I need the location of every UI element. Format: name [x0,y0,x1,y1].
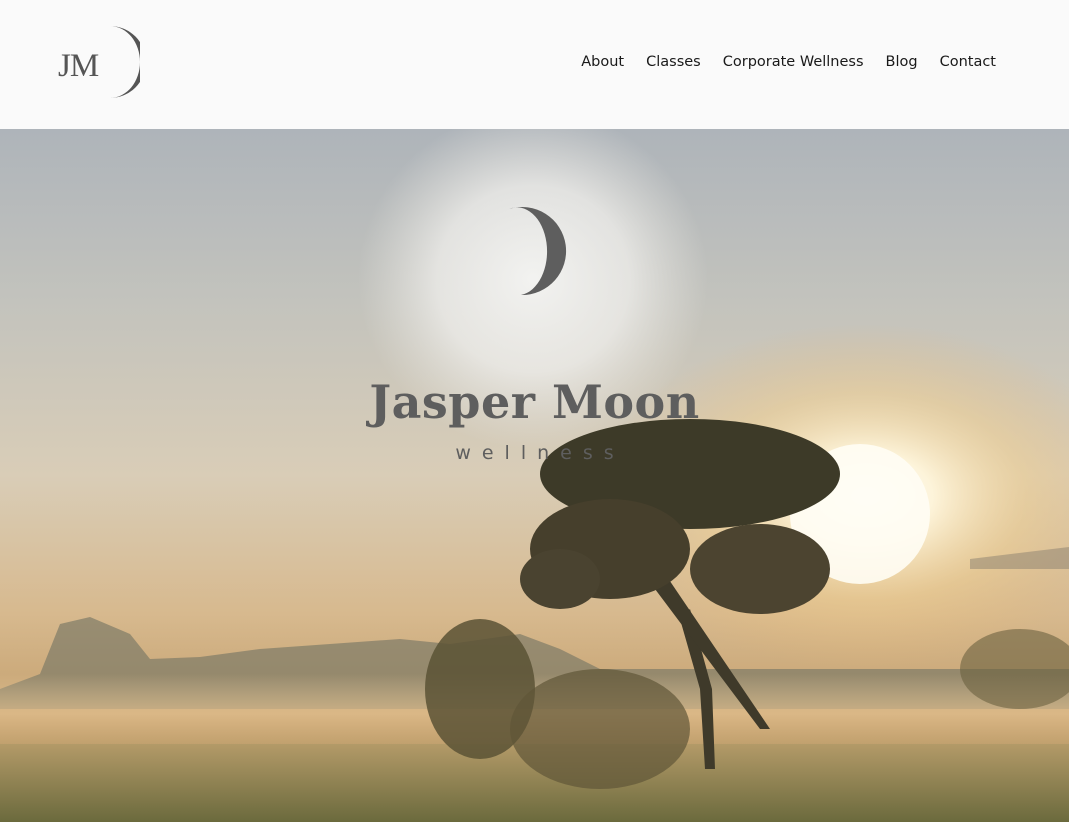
nav-corporate-wellness[interactable]: Corporate Wellness [723,54,864,70]
brand-subtitle: wellness [455,442,625,464]
site-header: JM About Classes Corporate Wellness Blog… [0,0,1069,129]
hero-section: Jasper Moon wellness [0,129,1069,822]
main-nav: About Classes Corporate Wellness Blog Co… [581,54,996,70]
crescent-moon-icon [509,207,567,296]
site-logo[interactable]: JM [56,22,140,102]
brand-name: Jasper Moon [369,375,700,429]
nav-about[interactable]: About [581,54,624,70]
nav-blog[interactable]: Blog [886,54,918,70]
crescent-moon-icon [110,26,140,98]
nav-classes[interactable]: Classes [646,54,701,70]
nav-contact[interactable]: Contact [940,54,996,70]
